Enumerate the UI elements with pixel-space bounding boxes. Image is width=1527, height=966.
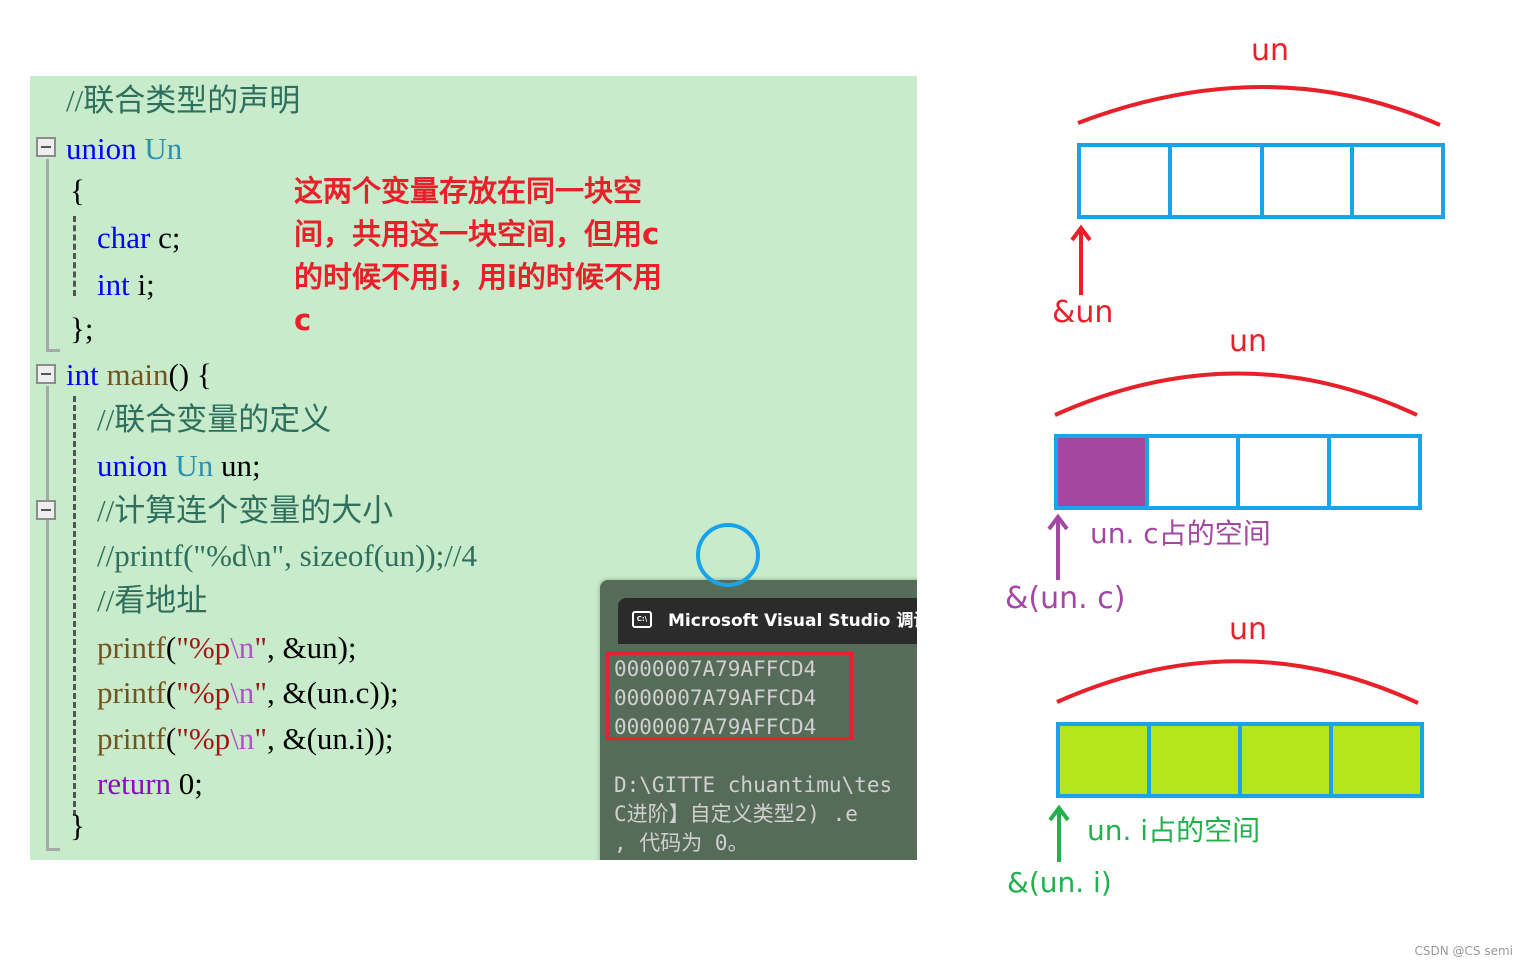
memory-block (1077, 143, 1445, 219)
union-label: un (1251, 33, 1289, 68)
union-label: un (1229, 612, 1267, 647)
int-space-label: un. i占的空间 (1087, 814, 1260, 847)
pointer-label: &(un. i) (1007, 866, 1112, 899)
union-label: un (1229, 324, 1267, 359)
memory-diagram: un &un un un. c占的空间 &(un. c) un un. i占的空… (696, 33, 1445, 899)
pointer-label: &un (1052, 295, 1113, 330)
pointer-label: &(un. c) (1005, 581, 1125, 616)
char-cell-fill (1057, 437, 1147, 506)
arrow-up-icon (1070, 224, 1092, 295)
arrow-up-icon (1047, 513, 1069, 580)
highlight-circle (696, 523, 760, 587)
char-space-label: un. c占的空间 (1090, 517, 1271, 550)
brace-arc (1054, 371, 1418, 417)
arrow-up-icon (1048, 804, 1070, 862)
brace-arc (1077, 85, 1441, 127)
watermark: CSDN @CS semi (1414, 944, 1514, 958)
brace-arc (1056, 659, 1419, 705)
